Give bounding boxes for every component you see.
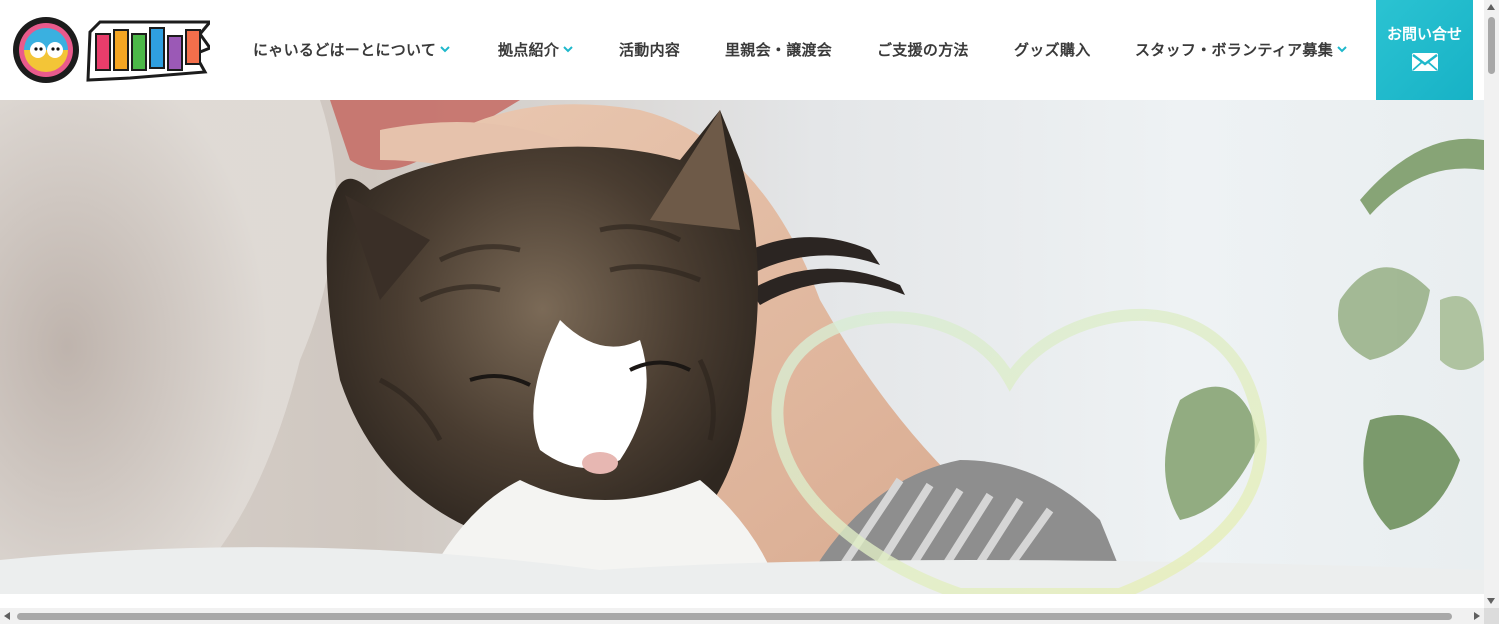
scroll-down-arrow-icon[interactable] bbox=[1487, 598, 1495, 604]
scroll-right-arrow-icon[interactable] bbox=[1474, 612, 1480, 620]
nav-item-label: 活動内容 bbox=[619, 41, 681, 59]
nav-item-label: 里親会・譲渡会 bbox=[725, 41, 833, 59]
chevron-down-icon bbox=[440, 46, 450, 53]
nav-item-recruit[interactable]: スタッフ・ボランティア募集 bbox=[1135, 38, 1347, 62]
nav-item-support[interactable]: ご支援の方法 bbox=[877, 38, 969, 62]
scroll-left-arrow-icon[interactable] bbox=[4, 612, 10, 620]
nav-item-label: にゃいるどはーとについて bbox=[253, 41, 437, 59]
nav-item-locations[interactable]: 拠点紹介 bbox=[498, 38, 573, 62]
nav-item-goods[interactable]: グッズ購入 bbox=[1014, 38, 1091, 62]
chevron-down-icon bbox=[563, 46, 573, 53]
nav-item-about[interactable]: にゃいるどはーとについて bbox=[253, 38, 450, 62]
vertical-scrollbar[interactable] bbox=[1484, 0, 1499, 608]
horizontal-scrollbar[interactable] bbox=[0, 608, 1484, 624]
scroll-up-arrow-icon[interactable] bbox=[1487, 4, 1495, 10]
cat-photo bbox=[0, 100, 1484, 594]
nav-item-activities[interactable]: 活動内容 bbox=[619, 38, 680, 62]
horizontal-scroll-thumb[interactable] bbox=[17, 613, 1452, 620]
site-header: にゃいるどはーとについて 拠点紹介 活動内容 里親会・譲渡会 ご支援の方法 グッ… bbox=[0, 0, 1484, 100]
chevron-down-icon bbox=[1337, 46, 1347, 53]
nav-item-label: グッズ購入 bbox=[1014, 41, 1091, 59]
nav-item-adoption[interactable]: 里親会・譲渡会 bbox=[725, 38, 832, 62]
nav-item-label: ご支援の方法 bbox=[877, 41, 969, 59]
nav-item-label: スタッフ・ボランティア募集 bbox=[1135, 41, 1334, 59]
contact-label: お問い合せ bbox=[1386, 25, 1462, 43]
contact-button[interactable]: お問い合せ bbox=[1376, 0, 1473, 100]
logo-icon bbox=[13, 17, 214, 83]
nav-item-label: 拠点紹介 bbox=[498, 41, 560, 59]
site-logo[interactable] bbox=[10, 12, 214, 88]
mail-icon bbox=[1412, 53, 1438, 71]
vertical-scroll-thumb[interactable] bbox=[1488, 17, 1495, 74]
hero-image bbox=[0, 100, 1484, 594]
scrollbar-corner bbox=[1484, 608, 1499, 624]
